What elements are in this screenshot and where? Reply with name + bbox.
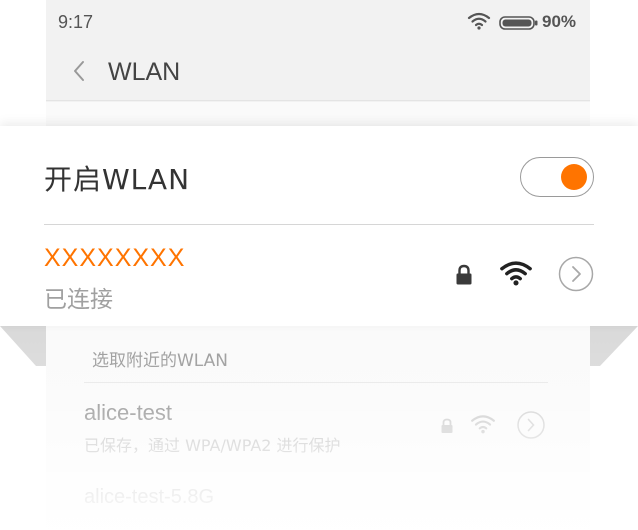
chevron-right-icon[interactable] <box>516 410 546 444</box>
network-name[interactable]: alice-test <box>84 400 172 426</box>
divider <box>46 100 590 101</box>
page-title: WLAN <box>108 58 181 86</box>
battery-percent: 90% <box>542 12 577 31</box>
chevron-right-icon[interactable] <box>558 256 594 296</box>
lock-icon <box>455 264 473 290</box>
divider <box>84 382 548 383</box>
wlan-toggle-label: 开启WLAN <box>44 163 191 196</box>
nav-bar: WLAN <box>46 50 590 98</box>
status-time: 9:17 <box>58 12 94 32</box>
connected-network-status: 已连接 <box>44 287 113 313</box>
lock-icon <box>440 418 454 438</box>
divider <box>44 224 594 225</box>
network-name[interactable]: alice-test-5.8G <box>84 486 214 509</box>
wifi-icon <box>499 260 533 290</box>
back-icon[interactable] <box>70 58 88 88</box>
wlan-toggle[interactable] <box>520 157 594 197</box>
magnifier-shadow <box>0 326 638 366</box>
status-bar: 9:17 90% <box>46 0 590 44</box>
wifi-icon <box>467 12 491 35</box>
magnified-panel: 开启WLAN XXXXXXXX 已连接 <box>0 126 638 326</box>
wifi-icon <box>470 414 496 438</box>
toggle-knob <box>561 164 587 190</box>
network-status: 已保存，通过 WPA/WPA2 进行保护 <box>84 436 341 455</box>
battery-icon <box>499 15 539 35</box>
connected-network-name[interactable]: XXXXXXXX <box>44 244 185 273</box>
